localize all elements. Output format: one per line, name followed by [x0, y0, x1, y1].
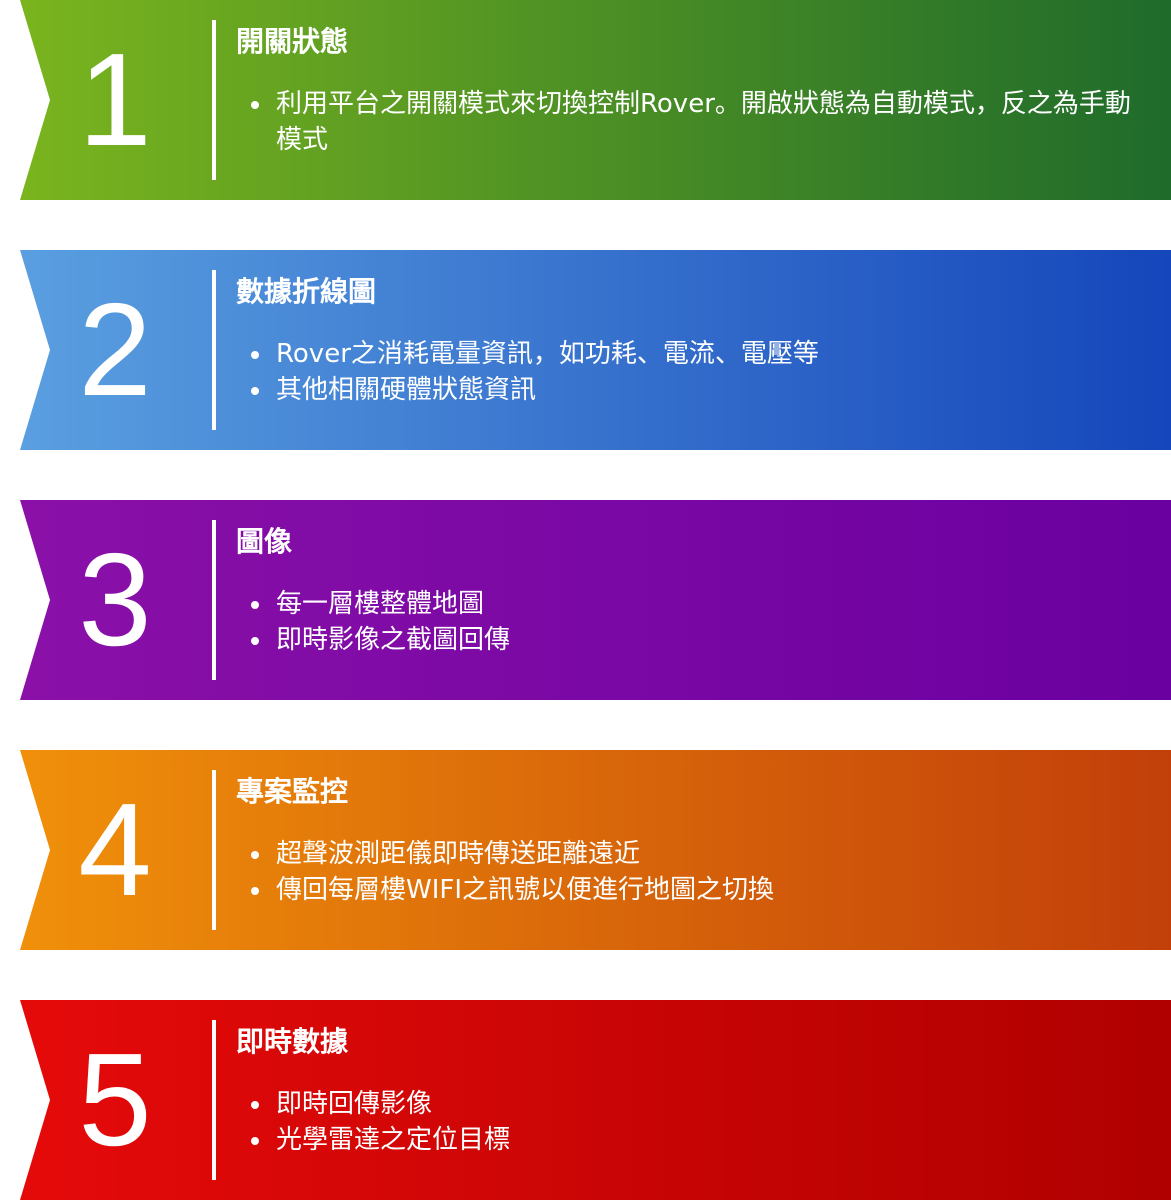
- bullet-list: 超聲波測距儀即時傳送距離遠近 傳回每層樓WIFI之訊號以便進行地圖之切換: [236, 836, 1131, 908]
- bullet-dot-icon: [251, 101, 259, 109]
- step-number: 1: [78, 26, 152, 173]
- step-content: 專案監控 超聲波測距儀即時傳送距離遠近 傳回每層樓WIFI之訊號以便進行地圖之切…: [236, 772, 1131, 908]
- bullet-text: Rover之消耗電量資訊，如功耗、電流、電壓等: [276, 339, 819, 369]
- bullet-item: 即時影像之截圖回傳: [236, 622, 1131, 658]
- bullet-dot-icon: [251, 637, 259, 645]
- step-band-5: 5 即時數據 即時回傳影像 光學雷達之定位目標: [20, 1000, 1171, 1200]
- step-number: 5: [78, 1026, 152, 1173]
- bullet-text: 光學雷達之定位目標: [276, 1125, 511, 1155]
- bullet-text: 即時回傳影像: [276, 1089, 433, 1119]
- step-number: 2: [78, 276, 152, 423]
- step-number: 3: [78, 526, 152, 673]
- bullet-text: 即時影像之截圖回傳: [276, 625, 511, 655]
- bullet-item: 利用平台之開關模式來切換控制Rover。開啟狀態為自動模式，反之為手動模式: [236, 86, 1131, 158]
- step-number: 4: [78, 776, 152, 923]
- step-divider: [212, 770, 216, 930]
- step-content: 圖像 每一層樓整體地圖 即時影像之截圖回傳: [236, 522, 1131, 658]
- bullet-item: 其他相關硬體狀態資訊: [236, 372, 1131, 408]
- bullet-text: 傳回每層樓WIFI之訊號以便進行地圖之切換: [276, 875, 774, 905]
- bullet-dot-icon: [251, 1101, 259, 1109]
- bullet-dot-icon: [251, 887, 259, 895]
- step-title: 開關狀態: [236, 25, 349, 58]
- bullet-item: Rover之消耗電量資訊，如功耗、電流、電壓等: [236, 336, 1131, 372]
- step-divider: [212, 270, 216, 430]
- step-divider: [212, 520, 216, 680]
- step-band-1: 1 開關狀態 利用平台之開關模式來切換控制Rover。開啟狀態為自動模式，反之為…: [20, 0, 1171, 200]
- step-band-2: 2 數據折線圖 Rover之消耗電量資訊，如功耗、電流、電壓等 其他相關硬體狀態…: [20, 250, 1171, 450]
- bullet-item: 超聲波測距儀即時傳送距離遠近: [236, 836, 1131, 872]
- bullet-item: 傳回每層樓WIFI之訊號以便進行地圖之切換: [236, 872, 1131, 908]
- bullet-text: 其他相關硬體狀態資訊: [276, 375, 537, 405]
- step-content: 開關狀態 利用平台之開關模式來切換控制Rover。開啟狀態為自動模式，反之為手動…: [236, 22, 1131, 158]
- bullet-list: 即時回傳影像 光學雷達之定位目標: [236, 1086, 1131, 1158]
- bullet-text: 利用平台之開關模式來切換控制Rover。開啟狀態為自動模式，反之為手動模式: [276, 89, 1131, 155]
- bullet-dot-icon: [251, 851, 259, 859]
- step-content: 即時數據 即時回傳影像 光學雷達之定位目標: [236, 1022, 1131, 1158]
- bullet-list: Rover之消耗電量資訊，如功耗、電流、電壓等 其他相關硬體狀態資訊: [236, 336, 1131, 408]
- bullet-dot-icon: [251, 351, 259, 359]
- step-title: 圖像: [236, 525, 293, 558]
- bullet-item: 每一層樓整體地圖: [236, 586, 1131, 622]
- step-title: 數據折線圖: [236, 275, 377, 308]
- step-title: 專案監控: [236, 775, 349, 808]
- step-content: 數據折線圖 Rover之消耗電量資訊，如功耗、電流、電壓等 其他相關硬體狀態資訊: [236, 272, 1131, 408]
- step-divider: [212, 20, 216, 180]
- bullet-dot-icon: [251, 1137, 259, 1145]
- bullet-text: 超聲波測距儀即時傳送距離遠近: [276, 839, 641, 869]
- step-title: 即時數據: [236, 1025, 349, 1058]
- step-band-4: 4 專案監控 超聲波測距儀即時傳送距離遠近 傳回每層樓WIFI之訊號以便進行地圖…: [20, 750, 1171, 950]
- step-divider: [212, 1020, 216, 1180]
- step-band-3: 3 圖像 每一層樓整體地圖 即時影像之截圖回傳: [20, 500, 1171, 700]
- bullet-text: 每一層樓整體地圖: [276, 589, 485, 619]
- bullet-item: 光學雷達之定位目標: [236, 1122, 1131, 1158]
- bullet-dot-icon: [251, 387, 259, 395]
- bullet-dot-icon: [251, 601, 259, 609]
- bullet-list: 利用平台之開關模式來切換控制Rover。開啟狀態為自動模式，反之為手動模式: [236, 86, 1131, 158]
- bullet-item: 即時回傳影像: [236, 1086, 1131, 1122]
- bullet-list: 每一層樓整體地圖 即時影像之截圖回傳: [236, 586, 1131, 658]
